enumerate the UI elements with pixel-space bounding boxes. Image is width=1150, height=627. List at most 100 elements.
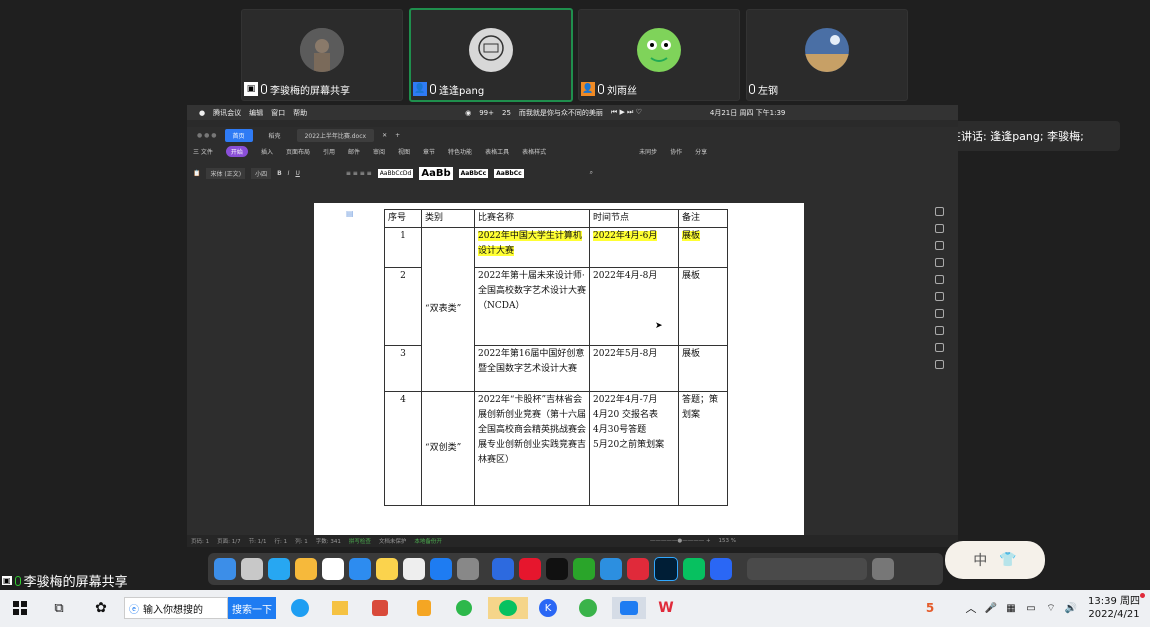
- edge-icon[interactable]: [576, 597, 600, 619]
- appstore2-icon[interactable]: [430, 558, 452, 580]
- status-spellcheck[interactable]: 拼写检查: [349, 537, 371, 545]
- tray-app-icon[interactable]: 5: [912, 597, 948, 619]
- style-h3[interactable]: AaBbCc: [494, 168, 524, 178]
- tab-document[interactable]: 2022上半年比赛.docx: [296, 129, 375, 142]
- game-icon[interactable]: [368, 597, 392, 619]
- cursor-icon[interactable]: [934, 292, 944, 301]
- taskbar-clock[interactable]: 13:39 周四 2022/4/21: [1084, 596, 1144, 620]
- tray-chevron-icon[interactable]: ︿: [964, 597, 978, 619]
- menu-file[interactable]: 三 文件: [193, 147, 213, 156]
- menu-table-tools[interactable]: 表格工具: [485, 147, 509, 156]
- underline-button[interactable]: U: [295, 170, 299, 177]
- brush-icon[interactable]: [934, 326, 944, 335]
- trash-icon[interactable]: [872, 558, 894, 580]
- browser-icon[interactable]: [288, 597, 312, 619]
- participant-tile-1[interactable]: ▣ 李骏梅的屏幕共享: [241, 9, 403, 101]
- appstore-icon[interactable]: [268, 558, 290, 580]
- photoshop-icon[interactable]: [654, 557, 678, 581]
- book-icon[interactable]: [934, 360, 944, 369]
- tray-mic-icon[interactable]: 🎤: [984, 597, 998, 619]
- cell-time: 2022年4月-8月: [589, 267, 679, 346]
- menu-unsynced[interactable]: 未同步: [639, 147, 657, 156]
- weibo-icon[interactable]: [519, 558, 541, 580]
- italic-button[interactable]: I: [288, 170, 290, 177]
- menu-table-style[interactable]: 表格样式: [522, 147, 546, 156]
- menu-layout[interactable]: 页面布局: [286, 147, 310, 156]
- align-icons[interactable]: ≡ ≡ ≡ ≡: [346, 170, 372, 177]
- menu-reference[interactable]: 引用: [323, 147, 335, 156]
- shared-screen: ● 腾讯会议 编辑 窗口 帮助 ◉ 99+ 25 而我就是你与众不同的美丽 ⏮ …: [187, 105, 958, 547]
- status-protect[interactable]: 文档未保护: [379, 537, 407, 545]
- cell-time-text: 2022年4月-6月: [593, 231, 658, 241]
- start-button[interactable]: [10, 597, 30, 619]
- k-app-icon[interactable]: K: [536, 597, 560, 619]
- tencent-meeting-icon[interactable]: [710, 558, 732, 580]
- participant-tile-3[interactable]: 👤 刘雨丝: [578, 9, 740, 101]
- menu-insert[interactable]: 插入: [261, 147, 273, 156]
- search-button[interactable]: 搜索一下: [228, 597, 276, 619]
- history-icon[interactable]: [934, 343, 944, 352]
- style-h1[interactable]: AaBb: [419, 166, 453, 180]
- wechat-taskbar-icon[interactable]: [488, 597, 528, 619]
- tray-wifi-icon[interactable]: ⌔: [1044, 597, 1058, 619]
- menu-review[interactable]: 审阅: [373, 147, 385, 156]
- meeting-taskbar-icon[interactable]: [612, 597, 646, 619]
- explorer-icon[interactable]: [328, 597, 352, 619]
- add-tab-icon[interactable]: +: [395, 132, 400, 139]
- launchpad-icon[interactable]: [241, 558, 263, 580]
- font-name-select[interactable]: 宋体 (正文): [206, 167, 246, 179]
- menu-start[interactable]: 开始: [225, 145, 248, 157]
- notes-icon[interactable]: [376, 558, 398, 580]
- shape-icon[interactable]: [934, 224, 944, 233]
- calendar-icon[interactable]: [322, 558, 344, 580]
- bold-button[interactable]: B: [277, 170, 282, 177]
- wps-taskbar-icon[interactable]: W: [654, 597, 678, 619]
- pen-icon[interactable]: [934, 207, 944, 216]
- task-view-icon[interactable]: ⧉: [48, 597, 70, 619]
- tray-battery-icon[interactable]: ▭: [1024, 597, 1038, 619]
- lock-icon[interactable]: [934, 309, 944, 318]
- tab-docer[interactable]: 稻壳: [261, 129, 289, 142]
- image-icon[interactable]: [934, 258, 944, 267]
- ime-widget[interactable]: 中 👕: [945, 541, 1045, 579]
- freeform-icon[interactable]: [403, 558, 425, 580]
- cell-no: 2: [384, 267, 422, 346]
- close-tab-icon[interactable]: ✕: [382, 132, 387, 139]
- menu-collab[interactable]: 协作: [670, 147, 682, 156]
- menu-mail[interactable]: 邮件: [348, 147, 360, 156]
- target-icon[interactable]: [934, 275, 944, 284]
- qq-icon[interactable]: [546, 558, 568, 580]
- status-backup[interactable]: 本地备份开: [414, 537, 442, 545]
- wps-icon[interactable]: [627, 558, 649, 580]
- photos-icon[interactable]: [295, 558, 317, 580]
- photoshop-folder-icon[interactable]: [492, 558, 514, 580]
- tray-network-icon[interactable]: ▦: [1004, 597, 1018, 619]
- wechat-icon[interactable]: [683, 558, 705, 580]
- menu-section[interactable]: 章节: [423, 147, 435, 156]
- font-size-select[interactable]: 小四: [251, 167, 272, 179]
- search-box[interactable]: ⓔ 输入你想搜的: [124, 597, 228, 619]
- settings-icon[interactable]: [457, 558, 479, 580]
- screenshot-thumbnails[interactable]: [747, 558, 867, 580]
- participant-tile-2[interactable]: 👤 逢逢pang: [409, 8, 573, 102]
- safari-icon[interactable]: [349, 558, 371, 580]
- menu-share[interactable]: 分享: [695, 147, 707, 156]
- infuse-icon[interactable]: [600, 558, 622, 580]
- clock-time: 13:39 周四: [1088, 596, 1140, 607]
- participant-tile-4[interactable]: 左钢: [746, 9, 908, 101]
- finder-icon[interactable]: [214, 558, 236, 580]
- menu-features[interactable]: 特色功能: [448, 147, 472, 156]
- search-icon[interactable]: ⌕: [590, 169, 593, 177]
- style-h2[interactable]: AaBbCc: [458, 168, 489, 178]
- tray-volume-icon[interactable]: 🔊: [1064, 597, 1078, 619]
- app-icon[interactable]: ✿: [90, 597, 112, 619]
- zoom-slider[interactable]: —————●———— +: [650, 538, 711, 544]
- bucket-icon[interactable]: [934, 241, 944, 250]
- paste-icon[interactable]: 📋: [193, 170, 200, 177]
- 360-icon[interactable]: [452, 597, 476, 619]
- notes-app-icon[interactable]: [412, 597, 436, 619]
- wechat-green-icon[interactable]: [573, 558, 595, 580]
- tab-home[interactable]: 首页: [224, 129, 253, 142]
- menu-view[interactable]: 视图: [398, 147, 410, 156]
- style-normal[interactable]: AaBbCcDd: [377, 168, 414, 178]
